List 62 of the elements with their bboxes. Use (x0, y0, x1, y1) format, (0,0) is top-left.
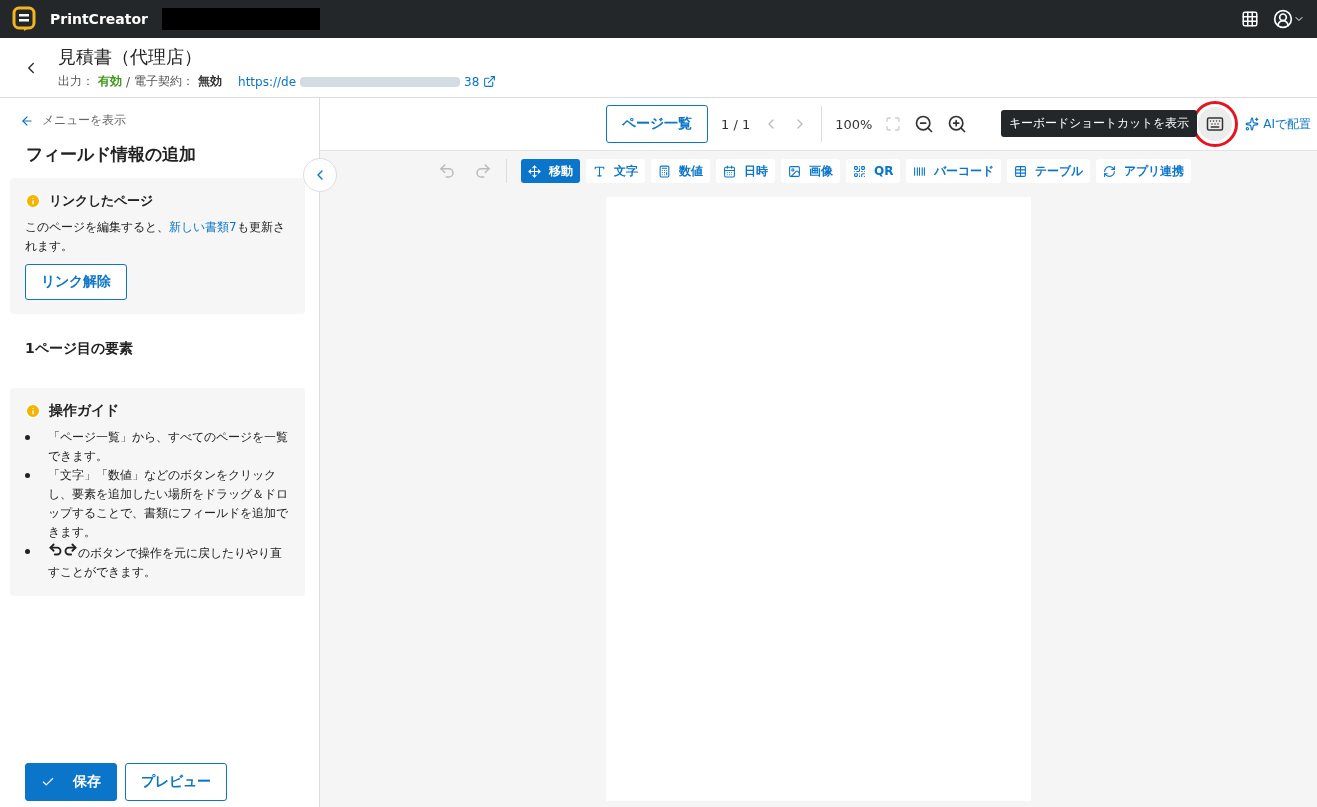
move-arrows-icon (528, 164, 541, 178)
linked-page-text: このページを編集すると、新しい書類7 も更新されます。 (25, 219, 286, 255)
info-icon (25, 193, 41, 209)
tool-button[interactable]: 日時 (716, 159, 775, 183)
card-title: リンクしたページ (49, 192, 153, 210)
tool-button[interactable]: 移動 (521, 159, 580, 183)
page-indicator: 1 / 1 (721, 116, 751, 132)
output-status: 有効 (98, 73, 122, 90)
preview-button[interactable]: プレビュー (125, 763, 227, 801)
card-title: 操作ガイド (49, 402, 119, 420)
ai-layout-button[interactable]: AIで配置 (1245, 115, 1311, 133)
info-icon (25, 403, 41, 419)
url-link[interactable]: https://de (238, 74, 297, 89)
guide-text: 「文字」「数値」などのボタンをクリックし、要素を追加したい場所をドラッグ＆ドロップすることで、書類にフィールドを追加できます。 (48, 467, 289, 541)
tool-button[interactable]: 数値 (651, 159, 710, 183)
text-icon (593, 164, 606, 178)
document-title: 見積書（代理店） (58, 45, 203, 69)
output-label: 出力： (58, 73, 94, 90)
sparkle-icon (1245, 117, 1260, 131)
apps-grid-icon[interactable] (1241, 10, 1259, 28)
unlink-button[interactable]: リンク解除 (25, 264, 127, 300)
guide-text: のボタンで操作を元に戻したりやり直すことができます。 (48, 542, 290, 582)
calculator-icon (658, 164, 671, 178)
external-link-icon (483, 75, 497, 88)
user-avatar-icon (1273, 9, 1293, 29)
section-heading: 1ページ目の要素 (25, 340, 134, 358)
zoom-level: 100% (835, 116, 873, 132)
save-button[interactable]: 保存 (25, 763, 117, 801)
tooltip: キーボードショートカットを表示 (1001, 110, 1197, 137)
page-list-button[interactable]: ページ一覧 (606, 105, 708, 143)
document-link[interactable]: 新しい書類7 (169, 220, 237, 234)
image-icon (788, 164, 801, 178)
bullet-icon (25, 473, 30, 478)
show-menu-link[interactable]: メニューを表示 (10, 112, 305, 129)
table-icon (1014, 164, 1028, 178)
panel-title: フィールド情報の追加 (26, 143, 197, 166)
account-menu-button[interactable] (1273, 9, 1305, 29)
tool-button[interactable]: QR (846, 159, 901, 183)
url-link[interactable]: 38 (464, 74, 480, 89)
undo-icon (48, 542, 63, 557)
separator-text: / (126, 74, 131, 89)
app-logo-icon (12, 6, 36, 32)
guide-text: 「ページ一覧」から、すべてのページを一覧できます。 (48, 429, 289, 465)
redo-icon (63, 542, 78, 557)
barcode-icon (913, 164, 927, 178)
check-icon (41, 775, 55, 789)
tool-button[interactable]: バーコード (906, 159, 1002, 183)
bullet-icon (25, 549, 30, 554)
esign-label: 電子契約： (134, 73, 195, 90)
tool-button[interactable]: 画像 (781, 159, 840, 183)
calendar-icon (723, 164, 736, 178)
tool-button[interactable]: アプリ連携 (1096, 159, 1192, 183)
qr-code-icon (853, 164, 866, 178)
bullet-icon (25, 435, 30, 440)
esign-status: 無効 (198, 73, 223, 90)
zoom-in-icon[interactable] (947, 114, 968, 134)
keyboard-icon (1206, 115, 1225, 133)
zoom-out-icon[interactable] (914, 114, 935, 134)
sync-icon (1103, 164, 1117, 178)
tool-button[interactable]: テーブル (1007, 159, 1091, 183)
app-name: PrintCreator (50, 11, 148, 27)
tool-button[interactable]: 文字 (586, 159, 645, 183)
